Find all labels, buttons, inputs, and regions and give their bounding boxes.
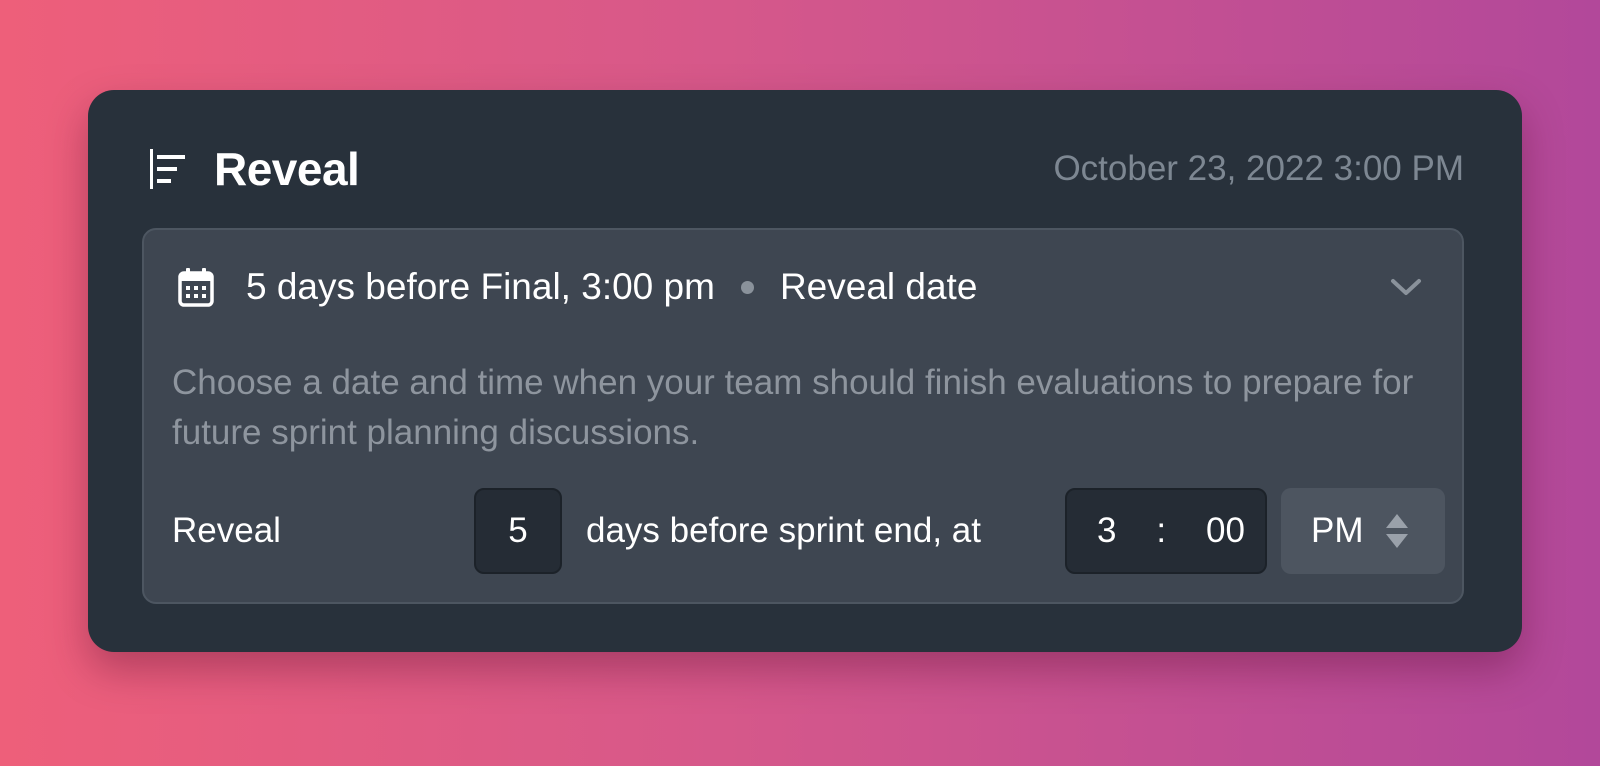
ampm-value: PM (1311, 511, 1364, 550)
time-input[interactable]: 3 : 00 (1065, 488, 1267, 574)
calendar-icon (176, 265, 216, 309)
card-title: Reveal (214, 143, 360, 195)
minute-value[interactable]: 00 (1206, 511, 1245, 551)
days-suffix-label: days before sprint end, at (586, 511, 981, 550)
reveal-card: Reveal October 23, 2022 3:00 PM 5 days b… (88, 90, 1522, 652)
reveal-label: Reveal (172, 511, 281, 550)
chevron-down-icon[interactable] (1386, 267, 1426, 307)
panel-description: Choose a date and time when your team sh… (172, 363, 1414, 452)
hour-value[interactable]: 3 (1097, 511, 1116, 551)
ampm-select[interactable]: PM (1281, 488, 1445, 574)
separator-dot (740, 280, 754, 294)
schedule-summary: 5 days before Final, 3:00 pm (246, 266, 715, 307)
days-before-input[interactable]: 5 (474, 488, 562, 574)
time-separator: : (1156, 511, 1167, 550)
reveal-settings-panel: 5 days before Final, 3:00 pm Reveal date… (142, 228, 1464, 604)
panel-summary-row[interactable]: 5 days before Final, 3:00 pm Reveal date (176, 252, 1426, 322)
summary-tag: Reveal date (779, 266, 978, 307)
up-down-stepper-icon (1384, 511, 1410, 551)
timeline-icon (148, 147, 190, 191)
reveal-date-text: October 23, 2022 3:00 PM (1053, 149, 1464, 188)
card-header: Reveal October 23, 2022 3:00 PM (148, 134, 1464, 204)
reveal-controls-row: Reveal 5 days before sprint end, at 3 : … (172, 486, 1445, 576)
days-value: 5 (508, 511, 528, 550)
